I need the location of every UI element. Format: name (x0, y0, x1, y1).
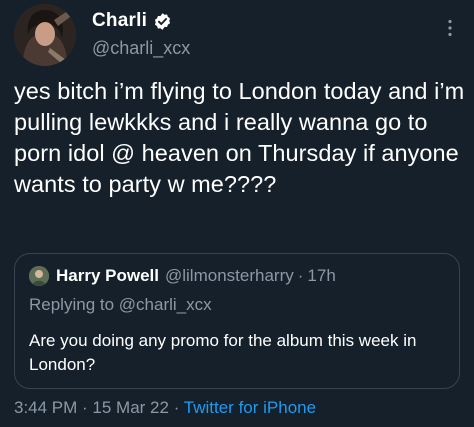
meta-separator-2: · (168, 398, 184, 417)
quoted-tweet-header: Harry Powell @lilmonsterharry · 17h (29, 266, 336, 286)
quoted-tweet[interactable]: Harry Powell @lilmonsterharry · 17h Repl… (14, 253, 460, 389)
quoted-author-avatar (29, 266, 49, 286)
quoted-replying-to: Replying to @charli_xcx (29, 295, 212, 314)
quoted-author-name: Harry Powell (56, 266, 159, 285)
author-block: Charli @charli_xcx (92, 8, 190, 59)
author-name-row: Charli (92, 8, 190, 34)
tweet-meta: 3:44 PM · 15 Mar 22 · Twitter for iPhone (14, 398, 316, 418)
verified-badge-icon (153, 12, 172, 31)
tweet-source-link[interactable]: Twitter for iPhone (184, 398, 316, 417)
quoted-separator: · (297, 266, 304, 285)
meta-separator-1: · (77, 398, 93, 417)
author-handle[interactable]: @charli_xcx (92, 38, 190, 59)
quoted-time: 17h (307, 266, 336, 285)
tweet-body-text: yes bitch i’m flying to London today and… (14, 78, 465, 197)
quoted-body-text: Are you doing any promo for the album th… (29, 331, 417, 374)
tweet-time[interactable]: 3:44 PM (14, 398, 77, 417)
more-options-icon[interactable] (440, 18, 460, 38)
quoted-author-handle: @lilmonsterharry (165, 266, 294, 285)
tweet-card: Charli @charli_xcx yes bitch i’m flying … (0, 0, 474, 427)
tweet-date[interactable]: 15 Mar 22 (92, 398, 169, 417)
author-avatar[interactable] (14, 4, 76, 66)
author-display-name[interactable]: Charli (92, 10, 147, 32)
